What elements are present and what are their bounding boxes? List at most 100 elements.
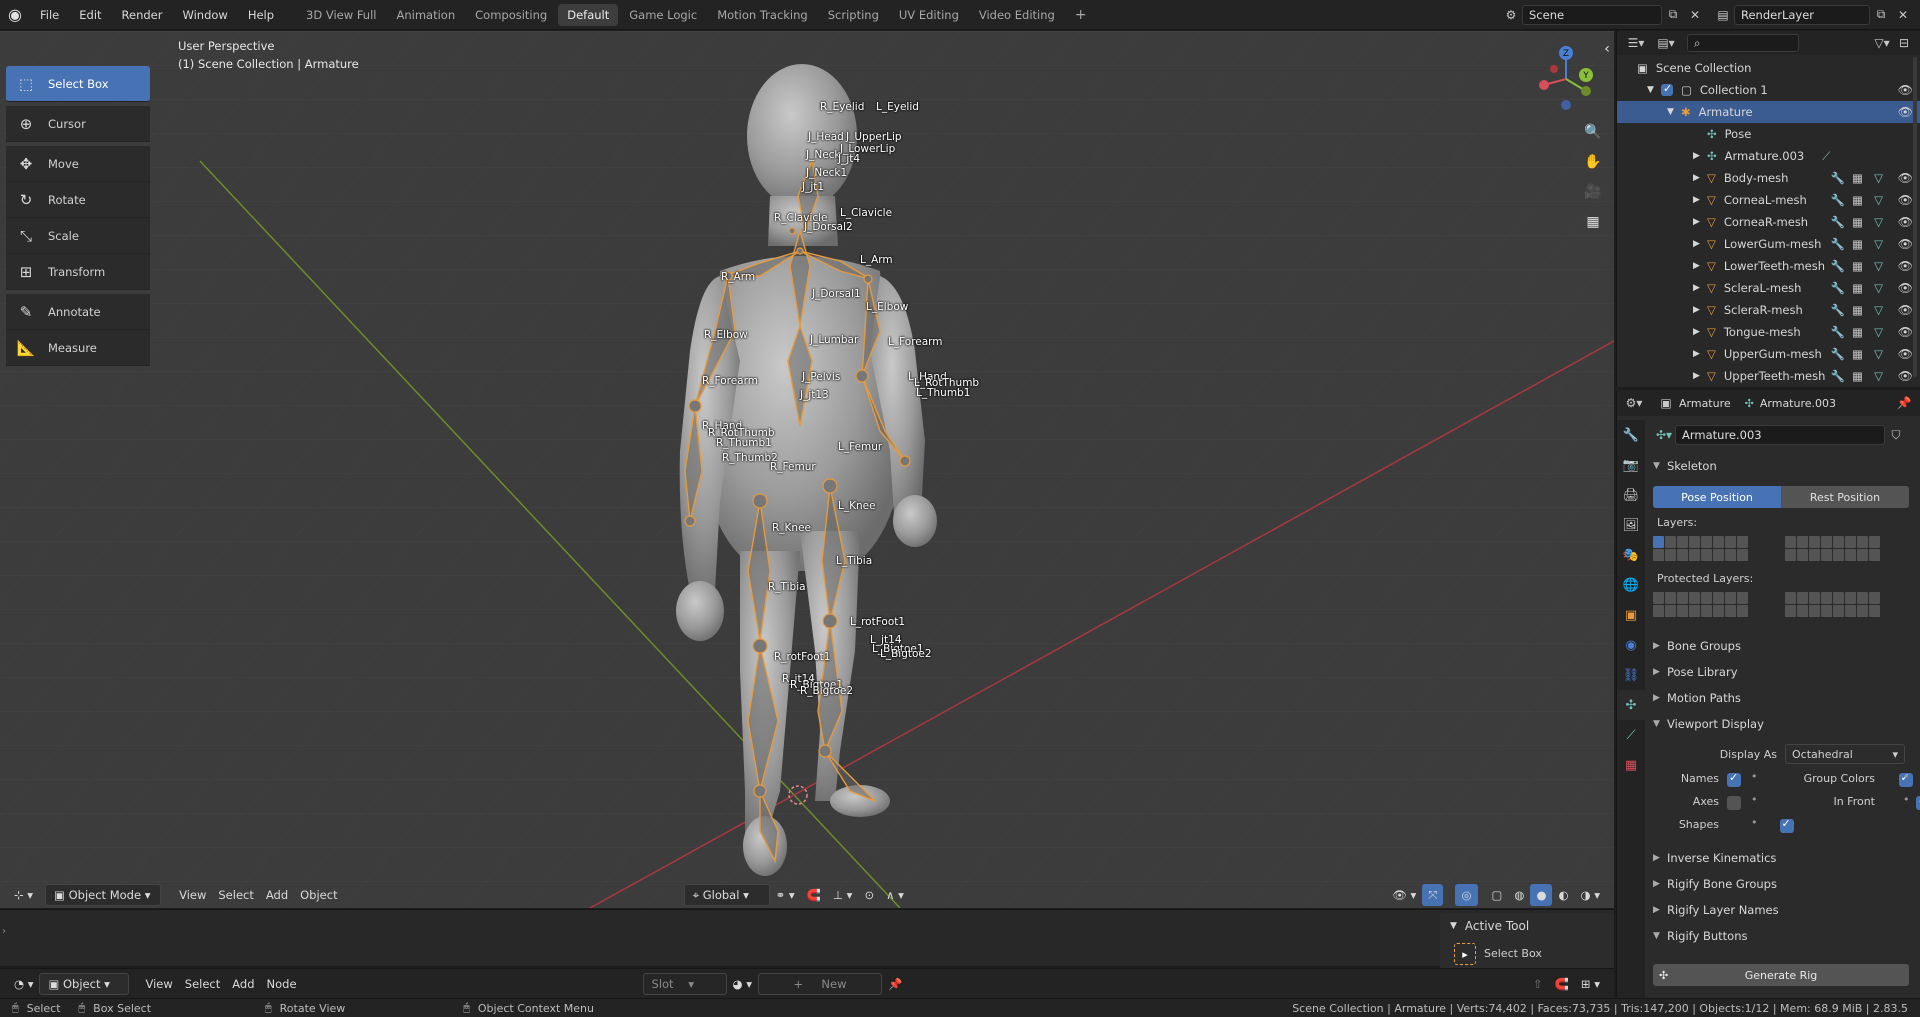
proportional-edit-icon[interactable]: ⊙ [858, 884, 880, 906]
pan-hand-icon[interactable]: ✋ [1580, 149, 1606, 175]
visibility-icon[interactable]: 👁 ▾ [1386, 884, 1422, 906]
object-tab-icon[interactable]: ▣ [1617, 600, 1645, 630]
ortho-grid-icon[interactable]: ▦ [1580, 209, 1606, 235]
shading-wireframe-icon[interactable]: ◍ [1508, 884, 1530, 906]
protected-layers-grid-right[interactable] [1785, 592, 1880, 617]
timeline-expand-icon[interactable]: › [2, 926, 6, 937]
eye-icon[interactable]: 👁 [1898, 83, 1913, 97]
blender-logo-icon[interactable]: ◉ [0, 0, 30, 30]
add-workspace-button[interactable]: + [1066, 4, 1096, 26]
scene-field[interactable]: Scene [1522, 4, 1662, 25]
view-layer-field[interactable]: RenderLayer [1734, 4, 1870, 25]
pin-icon[interactable]: 📌 [1893, 393, 1915, 413]
select-box-icon[interactable]: ▸ [1454, 943, 1476, 965]
overlay-icon[interactable]: ◎ [1455, 884, 1478, 906]
eye-icon[interactable]: 👁 [1898, 105, 1913, 119]
tab-3d-view-full[interactable]: 3D View Full [297, 4, 385, 26]
in-front-checkbox[interactable] [1916, 794, 1920, 810]
eye-icon[interactable]: 👁 [1898, 303, 1913, 317]
render-tab-icon[interactable]: 📷 [1617, 450, 1645, 480]
active-tool-header[interactable]: ▼ Active Tool [1450, 919, 1529, 933]
tab-default[interactable]: Default [558, 3, 619, 26]
menu-object[interactable]: Object [294, 884, 343, 906]
node-menu-add[interactable]: Add [226, 973, 260, 995]
protected-layers-grid-left[interactable] [1653, 592, 1748, 617]
scene-tab-icon[interactable]: 🎭 [1617, 540, 1645, 570]
snap-icon[interactable]: 🧲 [801, 884, 827, 906]
close-scene-icon[interactable]: ✕ [1684, 5, 1706, 25]
material-browse-icon[interactable]: ◕ ▾ [727, 973, 758, 995]
copy-scene-icon[interactable]: ⧉ [1662, 5, 1684, 25]
shading-material-icon[interactable]: ◐ [1552, 884, 1574, 906]
new-collection-icon[interactable]: ⊟ [1893, 33, 1915, 53]
eye-icon[interactable]: 👁 [1898, 237, 1913, 251]
tool-rotate[interactable]: ↻ Rotate [6, 182, 150, 218]
outliner-pose[interactable]: ✣ Pose [1617, 123, 1920, 145]
3d-viewport[interactable]: User Perspective (1) Scene Collection | … [0, 31, 1614, 908]
layers-grid-left[interactable] [1653, 536, 1748, 561]
outliner-search-input[interactable]: ⌕ [1687, 34, 1799, 52]
outliner-mesh-item[interactable]: ▶ ▽ LowerTeeth-mesh 🔧 ▦ ▽ 👁 [1617, 255, 1920, 277]
orientation-select[interactable]: ⌖ Global ▾ [683, 884, 770, 906]
pose-position-button[interactable]: Pose Position [1653, 486, 1781, 508]
axes-checkbox[interactable] [1727, 796, 1741, 810]
timeline-area[interactable]: › [0, 909, 1614, 966]
tool-select-box[interactable]: ⬚ Select Box [6, 66, 150, 102]
gizmo-toggle-icon[interactable]: ⤧ [1422, 884, 1444, 906]
tab-scripting[interactable]: Scripting [819, 4, 888, 26]
tab-game-logic[interactable]: Game Logic [620, 4, 706, 26]
node-editor-type-icon[interactable]: ◔ ▾ [8, 973, 39, 995]
keyframe-dot-icon[interactable]: • [1751, 770, 1758, 783]
datablock-name-input[interactable]: Armature.003 [1675, 425, 1885, 445]
world-tab-icon[interactable]: 🌐 [1617, 570, 1645, 600]
node-snap-icon[interactable]: 🧲 [1549, 973, 1575, 995]
outliner-scrollbar[interactable] [1913, 57, 1917, 377]
node-menu-view[interactable]: View [139, 973, 178, 995]
shapes-checkbox[interactable] [1779, 817, 1794, 833]
physics-tab-icon[interactable]: ◉ [1617, 630, 1645, 660]
tool-tab-icon[interactable]: 🔧 [1617, 420, 1645, 450]
texture-tab-icon[interactable]: ▦ [1617, 750, 1645, 780]
armature-data-tab-icon[interactable]: ✣ [1617, 690, 1645, 720]
eye-icon[interactable]: 👁 [1898, 325, 1913, 339]
keyframe-dot-icon[interactable]: • [1751, 793, 1758, 806]
outliner-armature-data[interactable]: ▶ ✣ Armature.003 ⟋ [1617, 145, 1920, 167]
view-layer-tab-icon[interactable]: 🖼 [1617, 510, 1645, 540]
bone-tab-icon[interactable]: ⟋ [1617, 720, 1645, 750]
scene-icon[interactable]: ⚙ [1500, 5, 1522, 25]
skeleton-panel-header[interactable]: ▼ Skeleton [1653, 454, 1915, 478]
node-snap-type-icon[interactable]: ⊞ ▾ [1575, 973, 1606, 995]
pin-icon[interactable]: 📌 [882, 973, 908, 995]
node-menu-node[interactable]: Node [261, 973, 303, 995]
outliner-mesh-item[interactable]: ▶ ▽ UpperGum-mesh 🔧 ▦ ▽ 👁 [1617, 343, 1920, 365]
outliner-scene-collection[interactable]: ▣ Scene Collection [1617, 57, 1920, 79]
tool-transform[interactable]: ⊞ Transform [6, 254, 150, 290]
eye-icon[interactable]: 👁 [1898, 347, 1913, 361]
sidebar-toggle-icon[interactable]: ‹ [1600, 36, 1614, 62]
pivot-icon[interactable]: ⚭ ▾ [770, 884, 801, 906]
shading-solid-icon[interactable]: ● [1530, 884, 1553, 906]
layers-grid-right[interactable] [1785, 536, 1880, 561]
outliner-mesh-item[interactable]: ▶ ▽ LowerGum-mesh 🔧 ▦ ▽ 👁 [1617, 233, 1920, 255]
tool-scale[interactable]: ⤡ Scale [6, 218, 150, 254]
parent-node-icon[interactable]: ⇧ [1527, 973, 1549, 995]
close-view-layer-icon[interactable]: ✕ [1892, 5, 1914, 25]
slot-select[interactable]: Slot ▾ [642, 972, 727, 995]
tab-motion-tracking[interactable]: Motion Tracking [708, 4, 817, 26]
bone-groups-panel-header[interactable]: ▶ Bone Groups [1653, 634, 1915, 658]
names-checkbox[interactable] [1727, 771, 1741, 787]
rest-position-button[interactable]: Rest Position [1781, 486, 1909, 508]
rigify-buttons-panel-header[interactable]: ▼ Rigify Buttons [1653, 924, 1915, 948]
display-mode-icon[interactable]: ▤▾ [1655, 33, 1677, 53]
menu-help[interactable]: Help [238, 0, 284, 30]
tool-cursor[interactable]: ⊕ Cursor [6, 106, 150, 142]
new-material-button[interactable]: + New [758, 972, 882, 995]
viewport-display-panel-header[interactable]: ▼ Viewport Display [1653, 712, 1915, 736]
menu-file[interactable]: File [30, 0, 69, 30]
menu-add[interactable]: Add [260, 884, 294, 906]
tab-uv-editing[interactable]: UV Editing [890, 4, 968, 26]
tool-measure[interactable]: 📐 Measure [6, 330, 150, 366]
outliner-armature[interactable]: ▼ ✱ Armature 👁 [1617, 101, 1920, 123]
eye-icon[interactable]: 👁 [1898, 281, 1913, 295]
outliner-mesh-item[interactable]: ▶ ▽ UpperTeeth-mesh 🔧 ▦ ▽ 👁 [1617, 365, 1920, 387]
